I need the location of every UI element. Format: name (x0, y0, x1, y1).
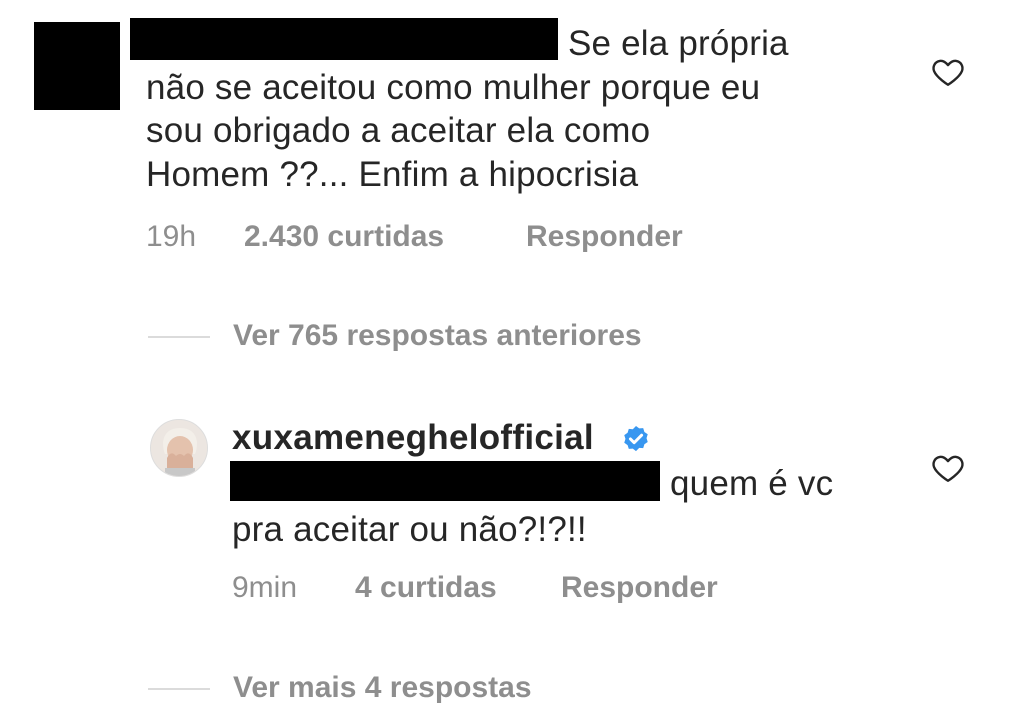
verified-badge-icon (624, 426, 648, 452)
comment-text-line-2: não se aceitou como mulher porque eu (146, 68, 761, 107)
reply-text-line-2: pra aceitar ou não?!?!! (232, 510, 587, 549)
avatar[interactable] (150, 419, 208, 477)
comment-text-line-1: Se ela própria (568, 24, 789, 63)
redacted-mention (230, 461, 660, 501)
reply-likes[interactable]: 4 curtidas (355, 571, 497, 605)
reply-text-line-1: quem é vc (670, 464, 834, 503)
comment-text-line-3: sou obrigado a aceitar ela como (146, 111, 651, 150)
reply-button[interactable]: Responder (561, 571, 718, 605)
heart-icon[interactable] (930, 54, 966, 90)
heart-icon[interactable] (930, 450, 966, 486)
thread-divider-line (148, 336, 210, 338)
reply-time: 9min (232, 571, 298, 604)
reply-button[interactable]: Responder (526, 220, 683, 254)
thread-divider-line (148, 688, 210, 690)
redacted-username (130, 18, 558, 60)
view-more-replies-button[interactable]: Ver mais 4 respostas (233, 671, 532, 705)
redacted-avatar (34, 22, 120, 110)
view-previous-replies-button[interactable]: Ver 765 respostas anteriores (233, 319, 642, 353)
comment-text-line-4: Homem ??... Enfim a hipocrisia (146, 155, 639, 194)
comment-time: 19h (146, 220, 197, 253)
username[interactable]: xuxameneghelofficial (232, 418, 594, 458)
comment-likes[interactable]: 2.430 curtidas (244, 220, 444, 254)
